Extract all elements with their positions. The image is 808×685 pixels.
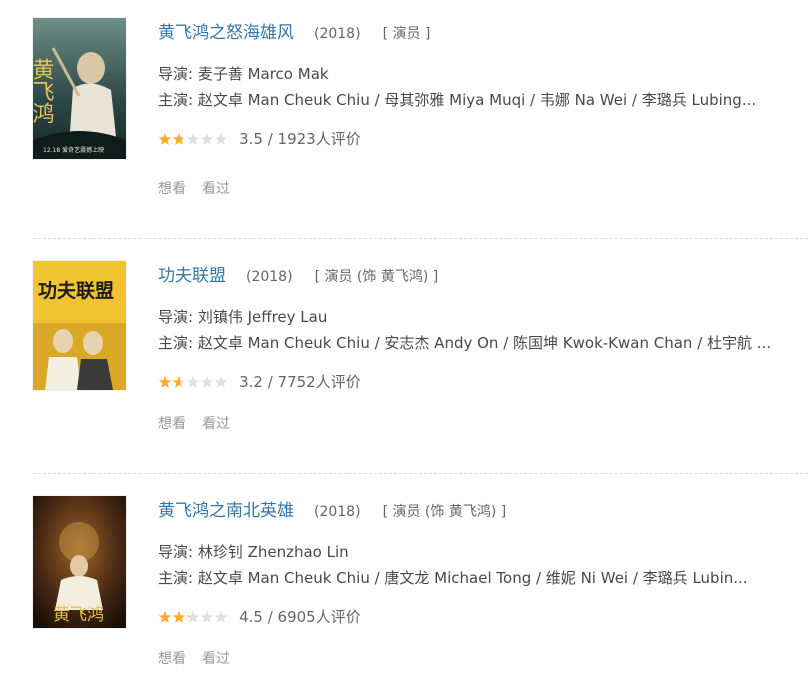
movie-title-link[interactable]: 黄飞鸿之南北英雄 xyxy=(158,501,294,521)
want-to-watch-link[interactable]: 想看 xyxy=(158,181,186,197)
movie-year: (2018) xyxy=(314,26,361,42)
cast-line: 主演: 赵文卓 Man Cheuk Chiu / 安志杰 Andy On / 陈… xyxy=(158,334,772,352)
star-empty-icon xyxy=(214,610,228,623)
movie-role: [ 演员 (饰 黄飞鸿) ] xyxy=(382,504,507,520)
movie-role: [ 演员 (饰 黄飞鸿) ] xyxy=(314,269,439,285)
cast-line: 主演: 赵文卓 Man Cheuk Chiu / 母其弥雅 Miya Muqi … xyxy=(158,91,757,109)
rating-row: 3.5 / 1923人评价 xyxy=(158,128,361,149)
director-line: 导演: 林珍钊 Zhenzhao Lin xyxy=(158,543,349,561)
title-row: 功夫联盟 (2018) [ 演员 (饰 黄飞鸿) ] xyxy=(158,261,438,286)
rating-stars xyxy=(158,132,228,145)
divider xyxy=(33,473,808,474)
star-filled-icon xyxy=(172,610,186,623)
svg-text:黄飞鸿: 黄飞鸿 xyxy=(33,58,55,124)
rating-row: 3.2 / 7752人评价 xyxy=(158,371,361,392)
cast-line: 主演: 赵文卓 Man Cheuk Chiu / 唐文龙 Michael Ton… xyxy=(158,569,748,587)
movie-list: 黄飞鸿 12.18 爱奇艺震撼上映 黄飞鸿之怒海雄风 (2018) [ 演员 ] 导… xyxy=(0,0,808,685)
star-empty-icon xyxy=(200,132,214,145)
star-empty-icon xyxy=(214,375,228,388)
movie-poster[interactable]: 黄飞鸿 xyxy=(33,496,126,628)
want-to-watch-link[interactable]: 想看 xyxy=(158,651,186,667)
poster-image: 功夫联盟 xyxy=(33,261,126,390)
rating-text: 4.5 / 6905人评价 xyxy=(239,608,361,626)
director-line: 导演: 麦子善 Marco Mak xyxy=(158,65,329,83)
star-empty-icon xyxy=(186,132,200,145)
star-filled-icon xyxy=(158,610,172,623)
star-empty-icon xyxy=(186,375,200,388)
movie-year: (2018) xyxy=(246,269,293,285)
rating-stars xyxy=(158,610,228,623)
movie-poster[interactable]: 黄飞鸿 12.18 爱奇艺震撼上映 xyxy=(33,18,126,159)
watched-link[interactable]: 看过 xyxy=(202,181,230,197)
star-empty-icon xyxy=(200,610,214,623)
movie-poster[interactable]: 功夫联盟 xyxy=(33,261,126,390)
title-row: 黄飞鸿之怒海雄风 (2018) [ 演员 ] xyxy=(158,18,430,43)
divider xyxy=(33,238,808,239)
svg-text:12.18 爱奇艺震撼上映: 12.18 爱奇艺震撼上映 xyxy=(43,146,104,154)
rating-text: 3.2 / 7752人评价 xyxy=(239,373,361,391)
title-row: 黄飞鸿之南北英雄 (2018) [ 演员 (饰 黄飞鸿) ] xyxy=(158,496,506,521)
actions: 想看 看过 xyxy=(158,178,246,198)
rating-text: 3.5 / 1923人评价 xyxy=(239,130,361,148)
actions: 想看 看过 xyxy=(158,648,246,668)
star-empty-icon xyxy=(214,132,228,145)
movie-year: (2018) xyxy=(314,504,361,520)
poster-image: 黄飞鸿 xyxy=(33,496,126,628)
movie-role: [ 演员 ] xyxy=(382,26,431,42)
rating-row: 4.5 / 6905人评价 xyxy=(158,606,361,627)
svg-text:功夫联盟: 功夫联盟 xyxy=(38,280,114,302)
svg-text:黄飞鸿: 黄飞鸿 xyxy=(53,605,104,625)
star-empty-icon xyxy=(200,375,214,388)
star-filled-icon xyxy=(158,132,172,145)
director-line: 导演: 刘镇伟 Jeffrey Lau xyxy=(158,308,328,326)
movie-title-link[interactable]: 功夫联盟 xyxy=(158,266,226,286)
want-to-watch-link[interactable]: 想看 xyxy=(158,416,186,432)
star-filled-icon xyxy=(158,375,172,388)
poster-image: 黄飞鸿 12.18 爱奇艺震撼上映 xyxy=(33,18,126,159)
watched-link[interactable]: 看过 xyxy=(202,416,230,432)
rating-stars xyxy=(158,375,228,388)
movie-title-link[interactable]: 黄飞鸿之怒海雄风 xyxy=(158,23,294,43)
watched-link[interactable]: 看过 xyxy=(202,651,230,667)
actions: 想看 看过 xyxy=(158,413,246,433)
